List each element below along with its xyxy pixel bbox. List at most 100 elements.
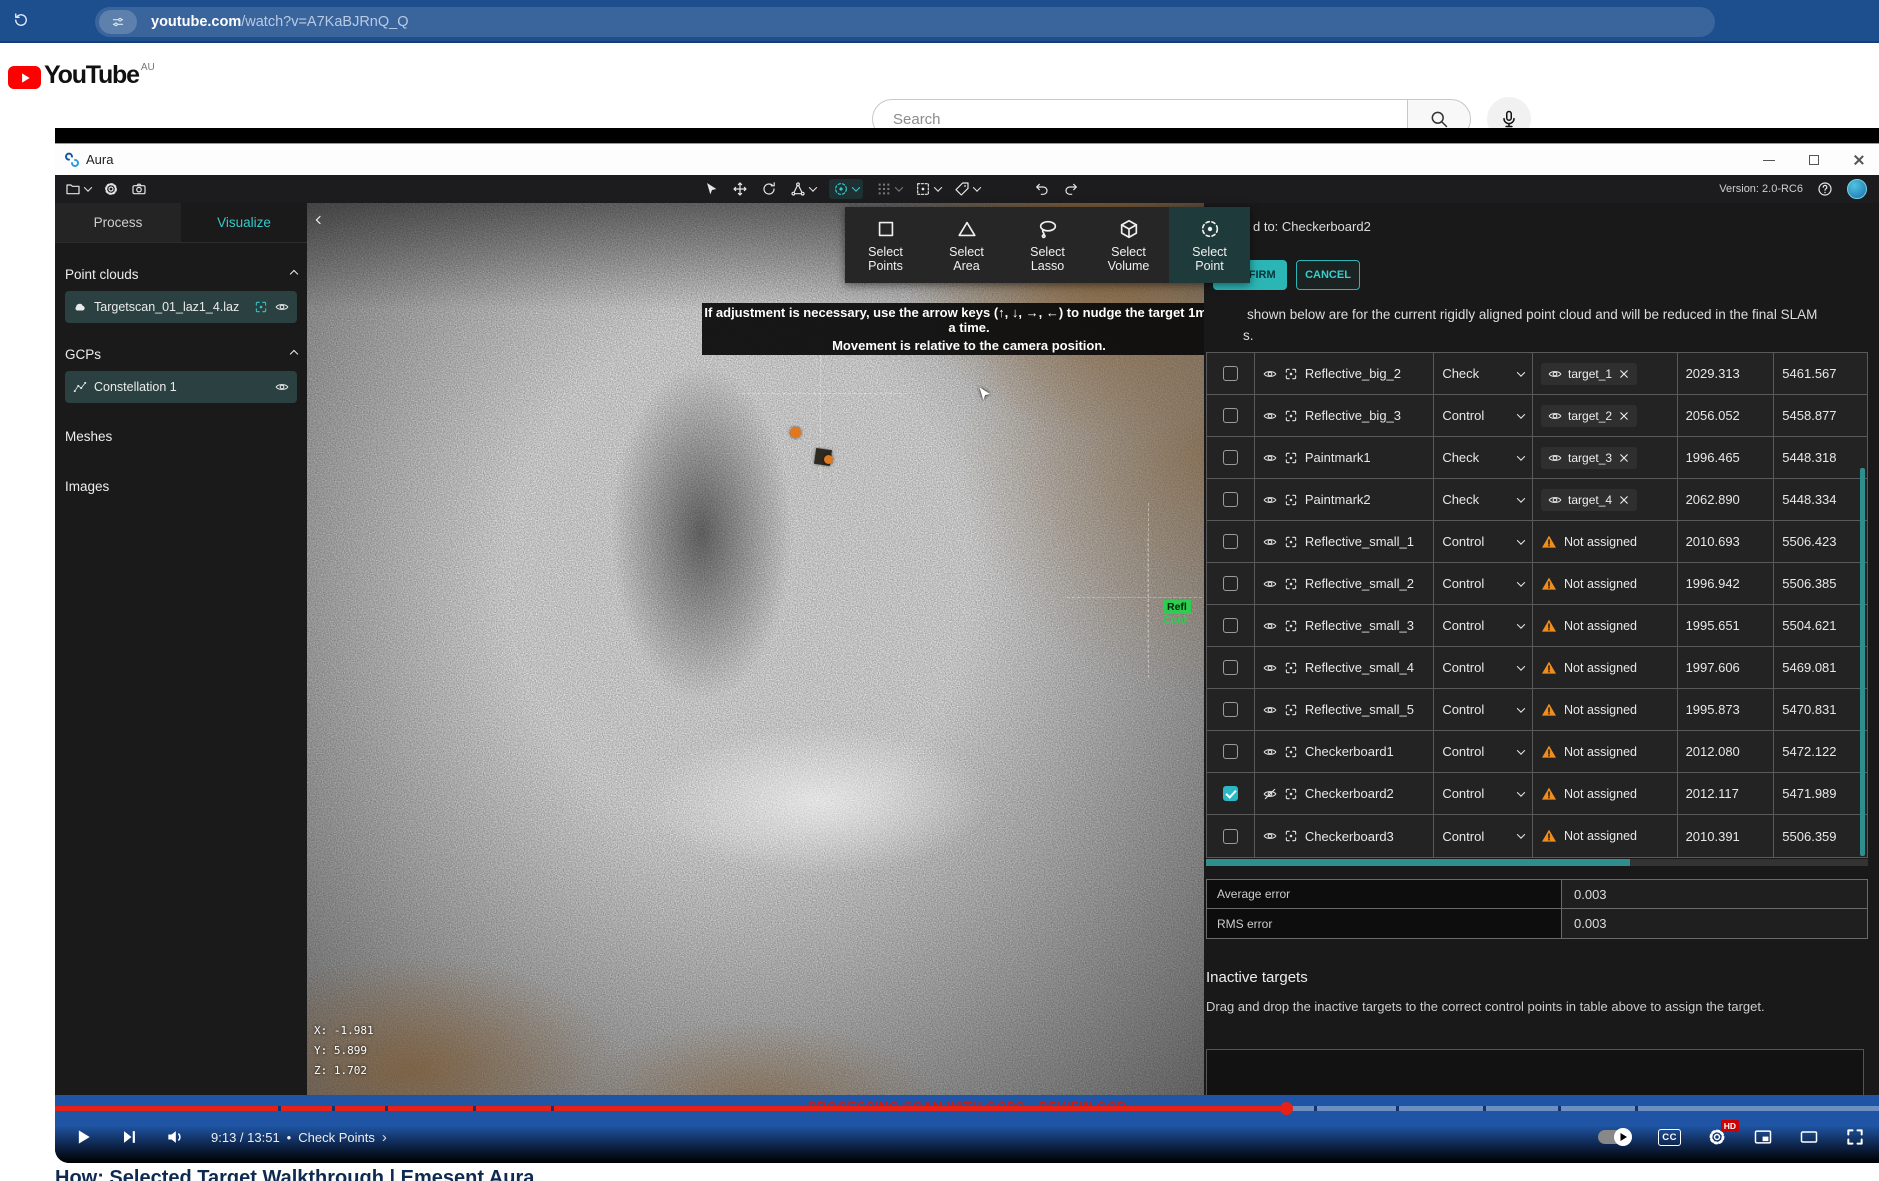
assigned-target-chip[interactable]: target_4	[1541, 489, 1637, 511]
table-row[interactable]: Reflective_big_3 Control target_2 2056.0…	[1207, 395, 1867, 437]
annotation-tool-button[interactable]	[954, 181, 980, 197]
focus-icon[interactable]	[1284, 829, 1298, 843]
row-checkbox[interactable]	[1223, 786, 1238, 801]
row-checkbox[interactable]	[1223, 576, 1238, 591]
video-player[interactable]: Aura Version: 2.0-RC6	[55, 128, 1879, 1163]
table-row[interactable]: Reflective_small_4 Control Not assigned …	[1207, 647, 1867, 689]
focus-icon[interactable]	[1284, 745, 1298, 759]
chapter-chevron-icon[interactable]: ›	[382, 1129, 387, 1146]
focus-icon[interactable]	[1284, 493, 1298, 507]
row-checkbox[interactable]	[1223, 618, 1238, 633]
orbit-tool-button[interactable]	[761, 181, 777, 197]
sidebar-item-constellation[interactable]: Constellation 1	[65, 371, 297, 403]
box-select-tool-button[interactable]	[915, 181, 941, 197]
eye-icon[interactable]	[1548, 409, 1562, 423]
graph-tool-button[interactable]	[790, 181, 816, 197]
assigned-target-chip[interactable]: target_2	[1541, 405, 1637, 427]
reload-icon[interactable]	[12, 11, 30, 29]
user-avatar[interactable]	[1847, 179, 1867, 199]
select-point-tool[interactable]: SelectPoint	[1169, 207, 1250, 283]
focus-icon[interactable]	[254, 300, 268, 314]
row-checkbox[interactable]	[1223, 829, 1238, 844]
help-button[interactable]	[1817, 181, 1833, 197]
site-settings-icon[interactable]	[99, 10, 137, 34]
eye-icon[interactable]	[1263, 703, 1277, 717]
focus-icon[interactable]	[1284, 577, 1298, 591]
eye-icon[interactable]	[1263, 409, 1277, 423]
table-horizontal-scrollbar[interactable]	[1206, 859, 1630, 866]
section-point-clouds[interactable]: Point clouds	[65, 257, 297, 291]
table-row[interactable]: Reflective_small_2 Control Not assigned …	[1207, 563, 1867, 605]
volume-button[interactable]	[165, 1127, 185, 1147]
tab-visualize[interactable]: Visualize	[181, 203, 307, 242]
undo-button[interactable]	[1034, 181, 1050, 197]
minimize-icon[interactable]	[1763, 160, 1775, 161]
focus-icon[interactable]	[1284, 367, 1298, 381]
open-project-button[interactable]	[65, 181, 91, 197]
focus-icon[interactable]	[1284, 787, 1298, 801]
pan-tool-button[interactable]	[732, 181, 748, 197]
eye-icon[interactable]	[1263, 829, 1277, 843]
remove-target-icon[interactable]	[1618, 452, 1630, 464]
table-row[interactable]: Reflective_small_1 Control Not assigned …	[1207, 521, 1867, 563]
eye-icon[interactable]	[1263, 451, 1277, 465]
row-checkbox[interactable]	[1223, 492, 1238, 507]
autoplay-toggle[interactable]	[1598, 1130, 1632, 1144]
eye-icon[interactable]	[1548, 367, 1562, 381]
table-row[interactable]: Reflective_big_2 Check target_1 2029.313…	[1207, 353, 1867, 395]
focus-icon[interactable]	[1284, 661, 1298, 675]
eye-icon[interactable]	[1263, 577, 1277, 591]
redo-button[interactable]	[1063, 181, 1079, 197]
search-input[interactable]	[893, 111, 1373, 128]
select-points-tool[interactable]: SelectPoints	[845, 207, 926, 283]
play-button[interactable]	[73, 1127, 93, 1147]
eye-icon[interactable]	[275, 300, 289, 314]
assigned-target-chip[interactable]: target_1	[1541, 363, 1637, 385]
target-dot[interactable]	[790, 427, 801, 438]
type-dropdown[interactable]: Control	[1434, 773, 1533, 814]
settings-button[interactable]	[103, 181, 119, 197]
table-row[interactable]: Checkerboard1 Control Not assigned 2012.…	[1207, 731, 1867, 773]
row-checkbox[interactable]	[1223, 408, 1238, 423]
screenshot-button[interactable]	[131, 181, 147, 197]
table-vertical-scrollbar[interactable]	[1860, 468, 1865, 856]
eye-icon[interactable]	[1263, 745, 1277, 759]
remove-target-icon[interactable]	[1618, 494, 1630, 506]
focus-icon[interactable]	[1284, 703, 1298, 717]
address-bar[interactable]: youtube.com/watch?v=A7KaBJRnQ_Q	[95, 7, 1715, 37]
theater-mode-button[interactable]	[1799, 1127, 1819, 1147]
cancel-button[interactable]: CANCEL	[1296, 260, 1360, 290]
tab-process[interactable]: Process	[55, 203, 181, 242]
row-checkbox[interactable]	[1223, 744, 1238, 759]
pointcloud-viewport[interactable]: Refl Cont If adjustment is necessary, us…	[307, 203, 1204, 1095]
table-row[interactable]: Checkerboard2 Control Not assigned 2012.…	[1207, 773, 1867, 815]
table-row[interactable]: Reflective_small_5 Control Not assigned …	[1207, 689, 1867, 731]
row-checkbox[interactable]	[1223, 366, 1238, 381]
type-dropdown[interactable]: Control	[1434, 689, 1533, 730]
youtube-logo[interactable]: YouTube AU	[8, 61, 155, 90]
type-dropdown[interactable]: Check	[1434, 479, 1533, 520]
eye-icon[interactable]	[275, 380, 289, 394]
row-checkbox[interactable]	[1223, 702, 1238, 717]
gcp-tool-button[interactable]	[829, 179, 863, 199]
type-dropdown[interactable]: Control	[1434, 605, 1533, 646]
remove-target-icon[interactable]	[1618, 410, 1630, 422]
type-dropdown[interactable]: Control	[1434, 815, 1533, 857]
navigate-tool-button[interactable]	[703, 181, 719, 197]
table-row[interactable]: Paintmark1 Check target_3 1996.465 5448.…	[1207, 437, 1867, 479]
row-checkbox[interactable]	[1223, 660, 1238, 675]
section-gcps[interactable]: GCPs	[65, 337, 297, 371]
type-dropdown[interactable]: Control	[1434, 563, 1533, 604]
eye-icon[interactable]	[1263, 661, 1277, 675]
section-meshes[interactable]: Meshes	[55, 419, 307, 453]
focus-icon[interactable]	[1284, 535, 1298, 549]
focus-icon[interactable]	[1284, 619, 1298, 633]
select-volume-tool[interactable]: SelectVolume	[1088, 207, 1169, 283]
select-area-tool[interactable]: SelectArea	[926, 207, 1007, 283]
type-dropdown[interactable]: Control	[1434, 395, 1533, 436]
type-dropdown[interactable]: Control	[1434, 647, 1533, 688]
remove-target-icon[interactable]	[1618, 368, 1630, 380]
chapter-label[interactable]: Check Points	[298, 1130, 375, 1145]
eye-icon[interactable]	[1548, 493, 1562, 507]
eye-icon[interactable]	[1263, 619, 1277, 633]
